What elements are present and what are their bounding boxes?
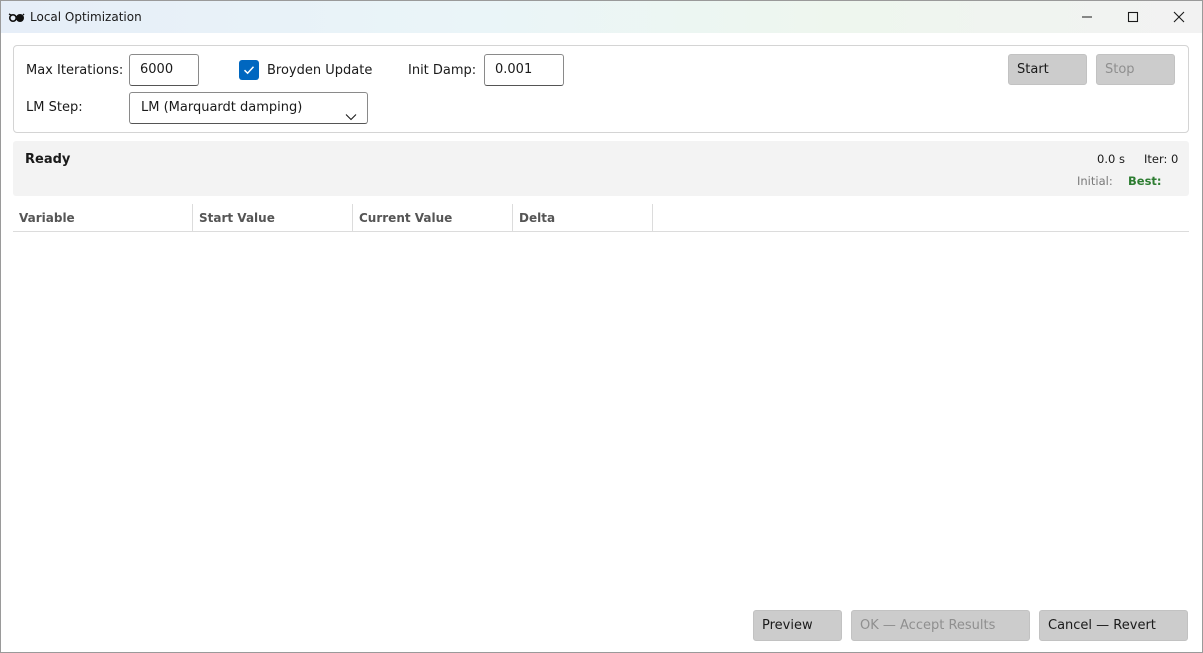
lm-step-select[interactable]: LM (Marquardt damping) <box>129 92 368 124</box>
checkmark-icon <box>243 66 255 75</box>
lm-step-selected-value: LM (Marquardt damping) <box>141 100 303 115</box>
cancel-revert-button[interactable]: Cancel — Revert <box>1039 610 1188 641</box>
settings-panel: Max Iterations: 6000 Broyden Update Init… <box>13 45 1189 133</box>
chevron-down-icon <box>345 103 357 133</box>
stop-button[interactable]: Stop <box>1096 54 1175 85</box>
elapsed-time: 0.0 s <box>1097 152 1125 166</box>
column-current-value[interactable]: Current Value <box>353 204 513 232</box>
column-delta[interactable]: Delta <box>513 204 653 232</box>
title-bar[interactable]: Local Optimization <box>1 1 1202 33</box>
close-icon <box>1173 11 1185 23</box>
preview-button[interactable]: Preview <box>753 610 842 641</box>
init-damp-input[interactable]: 0.001 <box>484 54 564 86</box>
max-iterations-input[interactable]: 6000 <box>129 54 199 86</box>
minimize-icon <box>1082 16 1092 18</box>
start-button[interactable]: Start <box>1008 54 1087 85</box>
initial-label: Initial: <box>1077 174 1113 188</box>
init-damp-label: Init Damp: <box>408 63 477 78</box>
max-iterations-label: Max Iterations: <box>26 63 124 78</box>
column-start-value[interactable]: Start Value <box>193 204 353 232</box>
maximize-icon <box>1127 11 1139 23</box>
window-title: Local Optimization <box>30 10 142 24</box>
broyden-update-checkbox[interactable] <box>239 60 259 80</box>
maximize-button[interactable] <box>1110 1 1156 33</box>
status-text: Ready <box>25 152 71 167</box>
column-variable[interactable]: Variable <box>13 204 193 232</box>
glasses-icon <box>8 9 26 23</box>
iteration-count: Iter: 0 <box>1144 152 1179 166</box>
status-panel: Ready 0.0 s Iter: 0 Initial: Best: <box>13 141 1189 196</box>
minimize-button[interactable] <box>1064 1 1110 33</box>
local-optimization-window: Local Optimization Max Iterations: 6000 … <box>0 0 1203 653</box>
close-button[interactable] <box>1156 1 1202 33</box>
broyden-update-label[interactable]: Broyden Update <box>267 63 372 78</box>
ok-accept-results-button[interactable]: OK — Accept Results <box>851 610 1030 641</box>
best-label: Best: <box>1128 174 1162 188</box>
results-table-header: Variable Start Value Current Value Delta <box>13 204 1189 232</box>
lm-step-label: LM Step: <box>26 100 83 115</box>
results-table-body[interactable] <box>13 233 1189 601</box>
